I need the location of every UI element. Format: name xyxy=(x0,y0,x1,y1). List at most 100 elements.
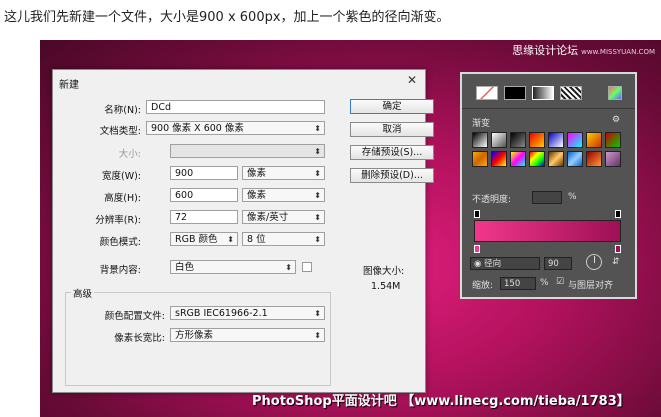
image-size-value: 1.54M xyxy=(371,281,401,292)
photoshop-canvas-background: 思缘设计论坛 www.MISSYUAN.COM 新建 ✕ 名称(N): DCd 文… xyxy=(40,40,661,417)
width-unit-select[interactable]: 像素 ⬍ xyxy=(242,166,325,180)
select-arrow-icon: ⬍ xyxy=(314,169,321,178)
height-unit-value: 像素 xyxy=(247,190,267,201)
opacity-stop-right[interactable] xyxy=(615,210,621,218)
bit-depth-select[interactable]: 8 位 ⬍ xyxy=(242,232,325,246)
save-preset-button[interactable]: 存储预设(S)... xyxy=(350,145,434,160)
solid-fill-icon[interactable] xyxy=(504,86,526,100)
resolution-unit-select[interactable]: 像素/英寸 ⬍ xyxy=(242,210,325,224)
scale-input[interactable]: 150 xyxy=(500,277,536,290)
ok-button[interactable]: 确定 xyxy=(350,99,434,114)
size-label: 大小: xyxy=(118,149,141,160)
select-arrow-icon: ⬍ xyxy=(314,235,321,244)
background-select[interactable]: 白色 ⬍ xyxy=(170,260,296,274)
bit-depth-value: 8 位 xyxy=(247,234,266,245)
size-select[interactable]: ⬍ xyxy=(170,144,325,158)
gradient-preset-swatch[interactable] xyxy=(605,151,621,167)
gradient-preset-swatch[interactable] xyxy=(529,151,545,167)
pixel-aspect-select[interactable]: 方形像素 ⬍ xyxy=(170,328,325,342)
height-input[interactable]: 600 xyxy=(170,188,238,202)
color-profile-label: 颜色配置文件: xyxy=(104,311,165,322)
height-unit-select[interactable]: 像素 ⬍ xyxy=(242,188,325,202)
resolution-unit-value: 像素/英寸 xyxy=(247,212,289,223)
advanced-title: 高级 xyxy=(71,286,95,300)
select-arrow-icon: ⬍ xyxy=(314,331,321,340)
doc-type-value: 900 像素 X 600 像素 xyxy=(151,123,244,134)
color-stop-left[interactable] xyxy=(474,245,480,253)
gradient-preset-swatch[interactable] xyxy=(510,151,526,167)
doc-type-label: 文档类型: xyxy=(99,126,141,137)
watermark-bottom: PhotoShop平面设计吧 【www.linecg.com/tieba/178… xyxy=(252,394,630,409)
close-icon[interactable]: ✕ xyxy=(407,73,417,87)
gradient-preset-swatch[interactable] xyxy=(586,151,602,167)
color-mode-select[interactable]: RGB 颜色 ⬍ xyxy=(170,232,238,246)
no-fill-icon[interactable] xyxy=(476,86,498,100)
select-arrow-icon: ⬍ xyxy=(314,309,321,318)
color-stop-right[interactable] xyxy=(615,245,621,253)
select-arrow-icon: ⬍ xyxy=(314,124,321,133)
gradient-fill-icon[interactable] xyxy=(532,86,554,100)
gradient-style-value: 径向 xyxy=(484,259,502,269)
width-label: 宽度(W): xyxy=(101,171,141,182)
gradient-preset-swatch[interactable] xyxy=(472,132,488,148)
gradient-preset-swatch[interactable] xyxy=(605,132,621,148)
pattern-fill-icon[interactable] xyxy=(560,86,582,100)
select-arrow-icon: ⬍ xyxy=(227,235,234,244)
gradient-preset-swatch[interactable] xyxy=(586,132,602,148)
new-document-dialog: 新建 ✕ 名称(N): DCd 文档类型: 900 像素 X 600 像素 ⬍ … xyxy=(52,69,434,393)
background-value: 白色 xyxy=(175,262,195,273)
select-arrow-icon: ⬍ xyxy=(314,213,321,222)
align-checkbox[interactable]: ☑ xyxy=(556,277,564,287)
gear-icon[interactable]: ⚙ xyxy=(612,115,620,125)
gradient-preset-swatch[interactable] xyxy=(567,151,583,167)
gradient-preset-swatch[interactable] xyxy=(491,151,507,167)
color-profile-select[interactable]: sRGB IEC61966-2.1 ⬍ xyxy=(170,306,325,320)
dialog-title: 新建 xyxy=(59,80,79,91)
pixel-aspect-value: 方形像素 xyxy=(175,330,214,341)
scale-label: 缩放: xyxy=(472,281,494,291)
color-picker-icon[interactable] xyxy=(608,86,622,100)
panel-divider xyxy=(462,108,635,109)
gradient-preset-swatch[interactable] xyxy=(510,132,526,148)
opacity-input[interactable] xyxy=(532,191,562,204)
image-size-label: 图像大小: xyxy=(363,266,405,277)
gradient-presets-grid xyxy=(472,132,624,184)
name-label: 名称(N): xyxy=(104,105,141,116)
name-input[interactable]: DCd xyxy=(146,100,325,114)
scale-unit: % xyxy=(540,278,549,288)
angle-dial-icon[interactable] xyxy=(586,254,602,270)
color-mode-value: RGB 颜色 xyxy=(175,234,218,245)
resolution-label: 分辨率(R): xyxy=(95,215,141,226)
color-mode-label: 颜色模式: xyxy=(99,237,141,248)
select-arrow-icon: ⬍ xyxy=(314,191,321,200)
gradient-preset-swatch[interactable] xyxy=(472,151,488,167)
gradient-title: 渐变 xyxy=(472,119,491,129)
height-label: 高度(H): xyxy=(104,193,141,204)
align-label: 与图层对齐 xyxy=(568,281,614,291)
gradient-preset-swatch[interactable] xyxy=(491,132,507,148)
opacity-stop-left[interactable] xyxy=(474,210,480,218)
angle-input[interactable]: 90 xyxy=(544,257,572,270)
reverse-icon[interactable]: ⇵ xyxy=(612,257,620,267)
article-caption: 这儿我们先新建一个文件，大小是900 x 600px，加上一个紫色的径向渐变。 xyxy=(4,10,450,25)
gradient-bar[interactable] xyxy=(474,220,621,242)
doc-type-select[interactable]: 900 像素 X 600 像素 ⬍ xyxy=(146,121,325,135)
watermark-top-sub: www.MISSYUAN.COM xyxy=(581,48,655,56)
gradient-style-select[interactable]: ◉ 径向 xyxy=(470,257,540,270)
width-input[interactable]: 900 xyxy=(170,166,238,180)
color-profile-value: sRGB IEC61966-2.1 xyxy=(175,308,268,319)
watermark-top-main: 思缘设计论坛 xyxy=(512,44,579,57)
gradient-preset-swatch[interactable] xyxy=(548,151,564,167)
select-arrow-icon: ⬍ xyxy=(285,263,292,272)
radial-icon: ◉ xyxy=(474,259,482,269)
background-color-swatch[interactable] xyxy=(302,262,312,272)
gradient-preset-swatch[interactable] xyxy=(548,132,564,148)
gradient-preset-swatch[interactable] xyxy=(567,132,583,148)
background-label: 背景内容: xyxy=(99,265,141,276)
gradient-preset-swatch[interactable] xyxy=(529,132,545,148)
opacity-label: 不透明度: xyxy=(472,195,512,205)
width-unit-value: 像素 xyxy=(247,168,267,179)
delete-preset-button[interactable]: 删除预设(D)... xyxy=(350,168,434,183)
cancel-button[interactable]: 取消 xyxy=(350,122,434,137)
resolution-input[interactable]: 72 xyxy=(170,210,238,224)
